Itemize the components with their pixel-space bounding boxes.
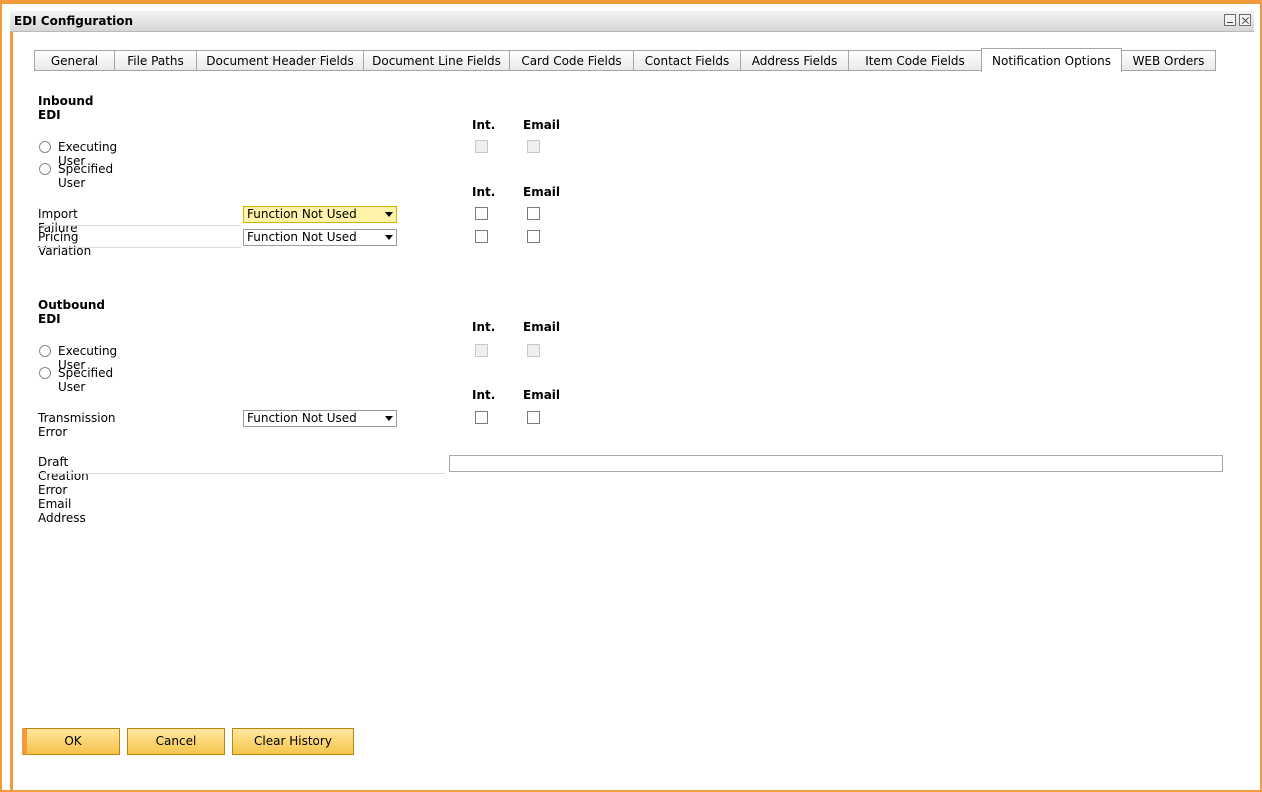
inbound-user-email-checkbox: [527, 140, 540, 153]
outbound-user-int-checkbox: [475, 344, 488, 357]
tab-contact-fields[interactable]: Contact Fields: [633, 50, 741, 71]
pricing-variation-int-checkbox[interactable]: [475, 230, 488, 243]
pricing-variation-value: Function Not Used: [247, 230, 357, 244]
tab-card-code-fields[interactable]: Card Code Fields: [509, 50, 634, 71]
clear-history-button[interactable]: Clear History: [232, 728, 354, 755]
transmission-error-select[interactable]: Function Not Used: [243, 410, 397, 427]
outbound-int-header-2: Int.: [472, 388, 496, 402]
tab-notification-options[interactable]: Notification Options: [981, 48, 1122, 72]
inbound-executing-user-radio[interactable]: [39, 141, 51, 153]
outbound-email-header-2: Email: [523, 388, 561, 402]
transmission-error-email-checkbox[interactable]: [527, 411, 540, 424]
cancel-button[interactable]: Cancel: [127, 728, 225, 755]
chevron-down-icon: [385, 416, 393, 421]
tab-document-line-fields[interactable]: Document Line Fields: [363, 50, 510, 71]
inbound-int-header-2: Int.: [472, 185, 496, 199]
edi-configuration-window: EDI Configuration: [0, 0, 1262, 792]
outbound-int-header: Int.: [472, 320, 496, 334]
pricing-variation-label: Pricing Variation: [38, 230, 92, 258]
outbound-user-email-checkbox: [527, 344, 540, 357]
tab-address-fields[interactable]: Address Fields: [740, 50, 849, 71]
inbound-specified-user-radio[interactable]: [39, 163, 51, 175]
divider: [37, 247, 241, 248]
outbound-heading: Outbound EDI: [38, 298, 105, 326]
transmission-error-int-checkbox[interactable]: [475, 411, 488, 424]
divider: [37, 225, 241, 226]
outbound-specified-user-radio[interactable]: [39, 367, 51, 379]
tab-general[interactable]: General: [34, 50, 115, 71]
close-icon[interactable]: [1239, 14, 1251, 26]
outbound-executing-user-radio[interactable]: [39, 345, 51, 357]
inbound-user-int-checkbox: [475, 140, 488, 153]
outbound-email-header: Email: [523, 320, 561, 334]
minimize-icon[interactable]: [1224, 14, 1236, 26]
inbound-specified-user-label: Specified User: [58, 162, 114, 190]
window-title: EDI Configuration: [14, 14, 134, 28]
import-failure-select[interactable]: Function Not Used: [243, 206, 397, 223]
draft-creation-email-input[interactable]: [449, 455, 1223, 472]
chevron-down-icon: [385, 212, 393, 217]
inbound-int-header: Int.: [472, 118, 496, 132]
accent-bar: [10, 32, 13, 792]
tab-web-orders[interactable]: WEB Orders: [1121, 50, 1216, 71]
tab-file-paths[interactable]: File Paths: [114, 50, 197, 71]
import-failure-int-checkbox[interactable]: [475, 207, 488, 220]
divider: [37, 473, 445, 474]
transmission-error-label: Transmission Error: [38, 411, 116, 439]
inbound-email-header-2: Email: [523, 185, 561, 199]
draft-creation-email-label: Draft Creation Error Email Address: [38, 455, 89, 525]
title-bar: EDI Configuration: [10, 11, 1254, 32]
chevron-down-icon: [385, 235, 393, 240]
inbound-heading: Inbound EDI: [38, 94, 94, 122]
tab-item-code-fields[interactable]: Item Code Fields: [848, 50, 982, 71]
inbound-email-header: Email: [523, 118, 561, 132]
pricing-variation-email-checkbox[interactable]: [527, 230, 540, 243]
import-failure-value: Function Not Used: [247, 207, 357, 221]
outbound-specified-user-label: Specified User: [58, 366, 114, 394]
pricing-variation-select[interactable]: Function Not Used: [243, 229, 397, 246]
transmission-error-value: Function Not Used: [247, 411, 357, 425]
ok-button[interactable]: OK: [22, 728, 120, 755]
tab-document-header-fields[interactable]: Document Header Fields: [196, 50, 364, 71]
import-failure-email-checkbox[interactable]: [527, 207, 540, 220]
